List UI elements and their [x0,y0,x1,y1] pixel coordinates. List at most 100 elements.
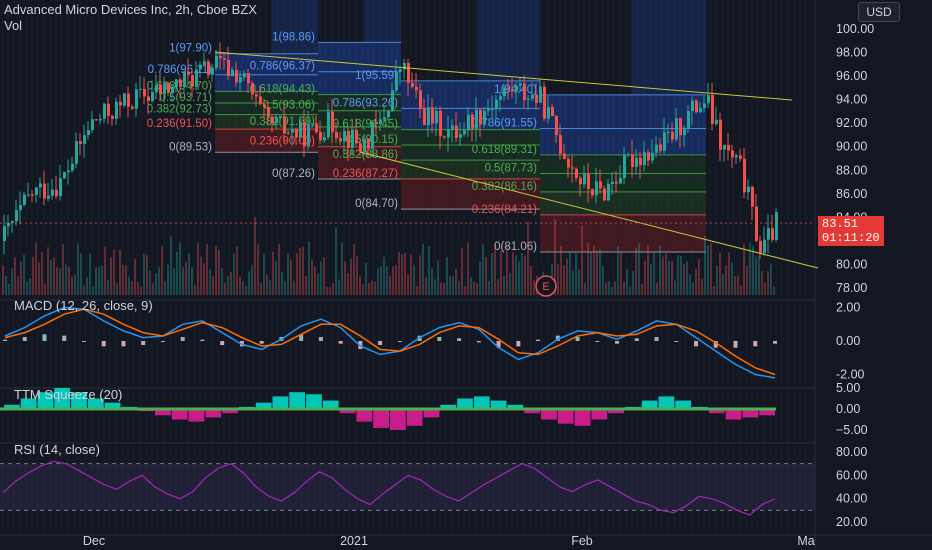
volume-bar [80,253,82,295]
candle-body [23,194,26,205]
volume-bar [674,280,676,295]
volume-bar [74,274,76,295]
volume-label: Vol [4,18,23,33]
candle-body [15,210,18,222]
candle-body [755,206,758,241]
candle-body [715,119,718,124]
candle-body [459,134,462,138]
candle-body [419,90,422,109]
candle-body [395,71,398,91]
price-tick-label: 94.00 [836,93,867,107]
candle-body [19,204,22,211]
candle-body [59,178,62,197]
volume-bar [650,264,652,295]
volume-bar [227,275,229,295]
ttm-bar [390,409,406,430]
volume-bar [89,253,91,295]
candle-body [179,79,182,87]
ttm-bar [406,409,423,426]
symbol-title: Advanced Micro Devices Inc, 2h, Cboe BZX [4,2,257,17]
ttm-bar [171,409,188,420]
candle-body [223,58,226,60]
candle-body [71,163,74,171]
volume-bar [86,277,88,295]
volume-bar [134,258,136,295]
volume-bar [485,257,487,295]
candle-body [283,116,286,134]
volume-bar [515,255,517,295]
volume-bar [476,282,478,295]
candle-body [55,189,58,197]
volume-bar [110,257,112,295]
fib-level-label: 0.236(87.27) [333,168,398,180]
volume-bar [635,247,637,295]
macd-histogram-bar [437,336,442,341]
price-tick-label: 90.00 [836,140,867,154]
volume-bar [761,271,763,295]
rsi-label[interactable]: RSI (14, close) [14,442,100,457]
macd-histogram-bar [81,341,86,342]
volume-bar [26,281,28,295]
candle-body [27,194,30,196]
volume-bar [725,265,727,295]
candle-body [499,96,502,100]
chart-canvas[interactable]: 1(97.90)0.786(96.11)0.618(94.70)0.5(93.7… [0,0,932,550]
volume-bar [107,280,109,295]
volume-bar [497,279,499,295]
volume-bar [41,252,43,295]
candle-body [271,117,274,124]
volume-bar [728,252,730,295]
volume-bar [305,276,307,295]
candle-body [319,132,322,141]
volume-bar [737,275,739,295]
currency-button[interactable]: USD [858,2,900,22]
volume-bar [320,261,322,295]
volume-bar [566,258,568,295]
fib-level-label: 0.618(89.31) [472,144,537,156]
candle-body [415,86,418,91]
volume-bar [575,253,577,295]
fib-level-label: 1(98.86) [272,31,315,43]
volume-bar [65,264,67,295]
volume-bar [173,268,175,295]
volume-bar [626,269,628,295]
volume-bar [518,261,520,295]
candle-body [531,94,534,99]
candle-body [647,152,650,161]
ttm-tick-label: 5.00 [836,381,860,395]
price-tick-label: 78.00 [836,281,867,295]
ttm-label[interactable]: TTM Squeeze (20) [14,387,122,402]
volume-bar [113,249,115,295]
volume-bar [350,258,352,295]
fib-top-zone [477,0,540,81]
volume-bar [764,282,766,295]
candle-body [599,181,602,189]
candle-body [679,118,682,136]
fib-level-label: 0(84.70) [355,198,398,210]
candle-body [687,111,690,128]
macd-histogram-bar [378,341,383,346]
price-tick-label: 86.00 [836,187,867,201]
volume-bar [656,282,658,295]
macd-label[interactable]: MACD (12, 26, close, 9) [14,298,153,313]
candle-body [539,86,542,103]
macd-histogram-bar [22,336,27,341]
candle-body [579,177,582,185]
volume-bar [392,266,394,295]
fib-level-label: 0.236(84.21) [472,204,537,216]
volume-bar [713,286,715,295]
candle-body [551,106,554,116]
candle-body [255,94,258,97]
volume-bar [158,267,160,295]
macd-histogram-bar [62,335,67,341]
candle-body [751,186,754,207]
candle-body [451,125,454,130]
volume-bar [428,246,430,295]
volume-bar [365,263,367,295]
volume-bar [149,270,151,295]
macd-histogram-bar [180,336,185,341]
volume-bar [254,217,256,295]
macd-histogram-bar [338,341,343,344]
volume-bar [482,244,484,295]
macd-histogram-bar [753,341,758,347]
